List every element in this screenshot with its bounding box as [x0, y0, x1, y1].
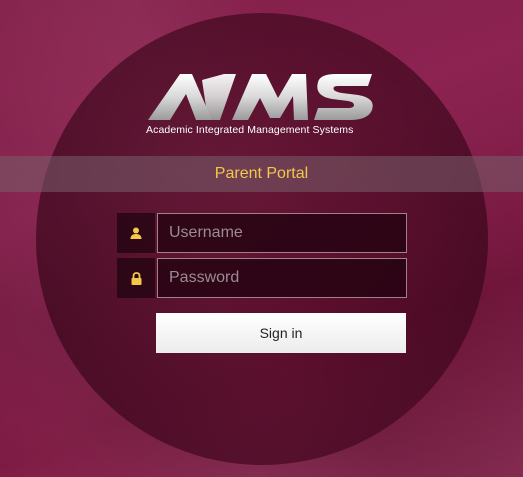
logo-tagline: Academic Integrated Management Systems	[146, 124, 354, 136]
password-row	[117, 258, 407, 298]
username-row	[117, 213, 407, 253]
portal-title: Parent Portal	[214, 165, 309, 182]
sign-in-button[interactable]: Sign in	[156, 313, 406, 353]
lock-icon-box	[117, 258, 155, 298]
aims-logo-mark	[148, 74, 373, 120]
username-input[interactable]	[157, 213, 407, 253]
aims-logo: Academic Integrated Management Systems	[0, 62, 523, 142]
user-icon	[130, 227, 142, 239]
password-input[interactable]	[157, 258, 407, 298]
lock-icon	[131, 271, 141, 285]
user-icon-box	[117, 213, 155, 253]
